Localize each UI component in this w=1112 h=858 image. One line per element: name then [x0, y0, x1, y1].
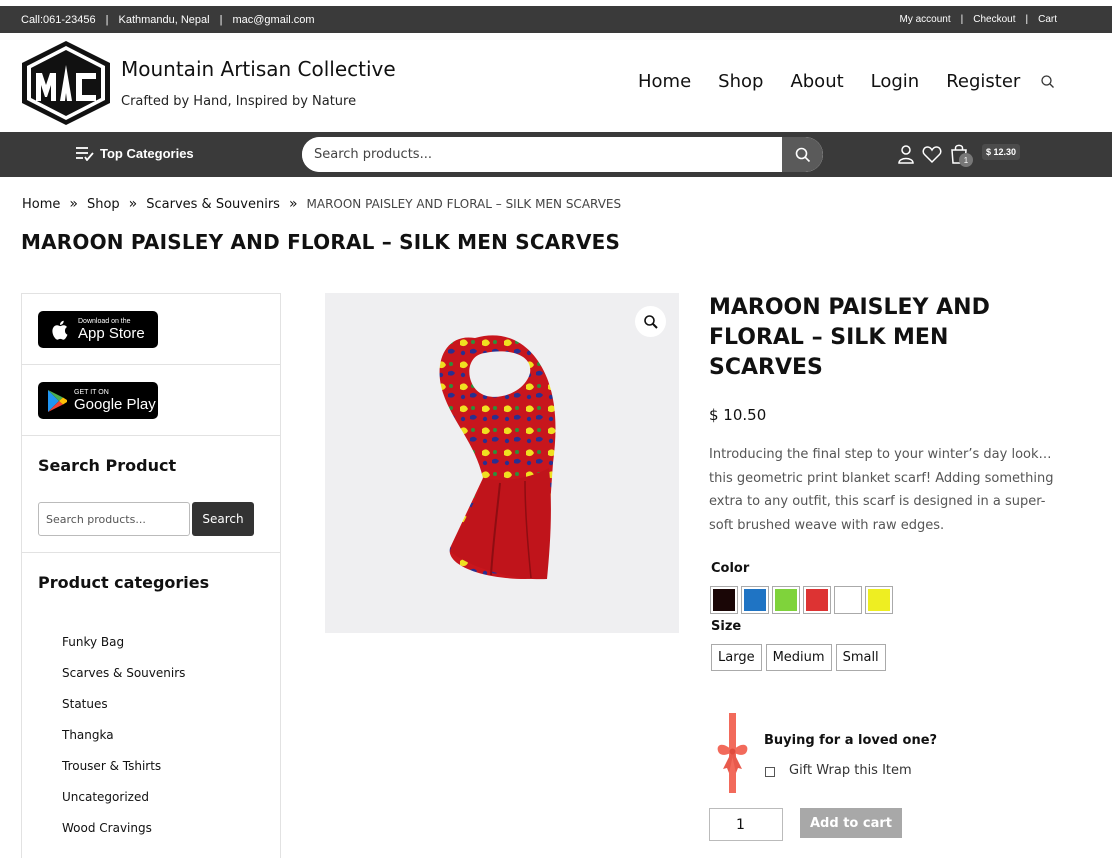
google-play-small-text: GET IT ON	[74, 389, 109, 396]
separator: |	[219, 13, 223, 26]
gift-wrap-label[interactable]: Gift Wrap this Item	[789, 763, 912, 778]
cart-total[interactable]: $ 12.30	[982, 144, 1021, 160]
breadcrumb-home[interactable]: Home	[22, 197, 60, 212]
breadcrumb-category[interactable]: Scarves & Souvenirs	[146, 197, 280, 212]
product-search-box	[302, 137, 823, 172]
category-link[interactable]: Thangka	[62, 728, 185, 759]
product-image[interactable]	[325, 293, 679, 633]
nav-shop[interactable]: Shop	[718, 71, 763, 92]
product-price: $ 10.50	[709, 406, 767, 424]
category-link[interactable]: Statues	[62, 697, 185, 728]
sidebar: Download on the App Store GET IT ON Goog…	[21, 293, 281, 858]
color-swatch[interactable]	[803, 586, 831, 614]
sidebar-search-button[interactable]: Search	[192, 502, 254, 536]
breadcrumb: Home » Shop » Scarves & Souvenirs » MARO…	[22, 196, 621, 212]
size-option[interactable]: Medium	[765, 644, 832, 671]
top-categories-toggle[interactable]: Top Categories	[75, 145, 194, 161]
app-store-big-text: App Store	[78, 325, 145, 342]
top-info-bar: Call:061-23456 | Kathmandu, Nepal | mac@…	[0, 0, 1112, 33]
size-options: Large Medium Small	[711, 644, 890, 671]
breadcrumb-current: MAROON PAISLEY AND FLORAL – SILK MEN SCA…	[306, 197, 622, 211]
category-link[interactable]: Uncategorized	[62, 790, 185, 821]
search-product-heading: Search Product	[38, 456, 177, 475]
breadcrumb-separator: »	[128, 196, 138, 212]
category-link[interactable]: Trouser & Tshirts	[62, 759, 185, 790]
cart-link[interactable]: Cart	[1038, 14, 1057, 25]
heart-icon[interactable]	[922, 145, 942, 164]
product-title: MAROON PAISLEY AND FLORAL – SILK MEN SCA…	[709, 295, 990, 380]
size-option[interactable]: Small	[835, 644, 886, 671]
google-play-section: GET IT ON Google Play	[22, 365, 280, 436]
category-link[interactable]: Scarves & Souvenirs	[62, 666, 185, 697]
google-play-big-text: Google Play	[74, 396, 156, 413]
color-swatch[interactable]	[741, 586, 769, 614]
user-icon[interactable]	[897, 144, 915, 164]
separator: |	[960, 14, 964, 25]
gift-ribbon-icon	[714, 713, 752, 793]
category-search-bar: Top Categories 1 $ 12.30	[0, 132, 1112, 177]
app-store-section: Download on the App Store	[22, 294, 280, 365]
top-info-bar-inner: Call:061-23456 | Kathmandu, Nepal | mac@…	[0, 6, 1112, 33]
nav-register[interactable]: Register	[946, 71, 1020, 92]
gift-wrap-checkbox[interactable]	[765, 767, 775, 777]
breadcrumb-separator: »	[69, 196, 78, 212]
site-header: Mountain Artisan Collective Crafted by H…	[0, 33, 1112, 132]
color-swatch[interactable]	[710, 586, 738, 614]
contact-info: Call:061-23456 | Kathmandu, Nepal | mac@…	[21, 6, 315, 33]
site-title[interactable]: Mountain Artisan Collective	[121, 57, 396, 81]
checkout-link[interactable]: Checkout	[973, 14, 1015, 25]
gift-title: Buying for a loved one?	[764, 733, 938, 748]
email-text: mac@gmail.com	[232, 13, 315, 26]
nav-about[interactable]: About	[790, 71, 843, 92]
google-play-button[interactable]: GET IT ON Google Play	[38, 382, 158, 419]
page-title: MAROON PAISLEY AND FLORAL – SILK MEN SCA…	[21, 230, 621, 254]
apple-icon	[52, 320, 68, 340]
zoom-button[interactable]	[635, 306, 666, 337]
app-store-small-text: Download on the	[78, 318, 131, 325]
nav-login[interactable]: Login	[871, 71, 920, 92]
app-store-button[interactable]: Download on the App Store	[38, 311, 158, 348]
color-swatch[interactable]	[772, 586, 800, 614]
category-link[interactable]: Wood Cravings	[62, 821, 185, 852]
site-logo[interactable]	[22, 41, 110, 125]
magnifier-icon	[643, 314, 658, 329]
user-action-icons	[897, 143, 969, 165]
account-links: My account | Checkout | Cart	[899, 6, 1057, 33]
color-swatch[interactable]	[834, 586, 862, 614]
phone-text: Call:061-23456	[21, 13, 96, 26]
sidebar-search-input[interactable]	[38, 502, 190, 536]
list-check-icon	[76, 147, 94, 161]
site-tagline: Crafted by Hand, Inspired by Nature	[121, 94, 357, 109]
breadcrumb-shop[interactable]: Shop	[87, 197, 120, 212]
category-list: Funky Bag Scarves & Souvenirs Statues Th…	[62, 635, 185, 852]
color-label: Color	[711, 561, 750, 576]
quantity-input[interactable]	[709, 808, 783, 841]
scarf-image	[439, 335, 556, 580]
size-option[interactable]: Large	[711, 644, 762, 671]
breadcrumb-separator: »	[288, 196, 298, 212]
add-to-cart-button[interactable]: Add to cart	[800, 808, 902, 838]
color-swatch[interactable]	[865, 586, 893, 614]
separator: |	[1025, 14, 1029, 25]
color-swatches	[710, 586, 896, 614]
main-navigation: Home Shop About Login Register	[638, 71, 1047, 92]
top-categories-label: Top Categories	[100, 145, 194, 161]
category-link[interactable]: Funky Bag	[62, 635, 185, 666]
cart-count-badge: 1	[959, 153, 973, 167]
product-categories-heading: Product categories	[38, 573, 210, 592]
size-label: Size	[711, 619, 742, 634]
product-search-input[interactable]	[302, 137, 782, 172]
google-play-icon	[48, 389, 67, 412]
location-text: Kathmandu, Nepal	[118, 13, 210, 26]
nav-home[interactable]: Home	[638, 71, 691, 92]
product-search-button[interactable]	[782, 137, 823, 172]
separator: |	[105, 13, 109, 26]
search-icon[interactable]	[1040, 74, 1056, 90]
search-icon	[795, 147, 810, 162]
product-description: Introducing the final step to your winte…	[709, 447, 1054, 533]
my-account-link[interactable]: My account	[899, 14, 950, 25]
